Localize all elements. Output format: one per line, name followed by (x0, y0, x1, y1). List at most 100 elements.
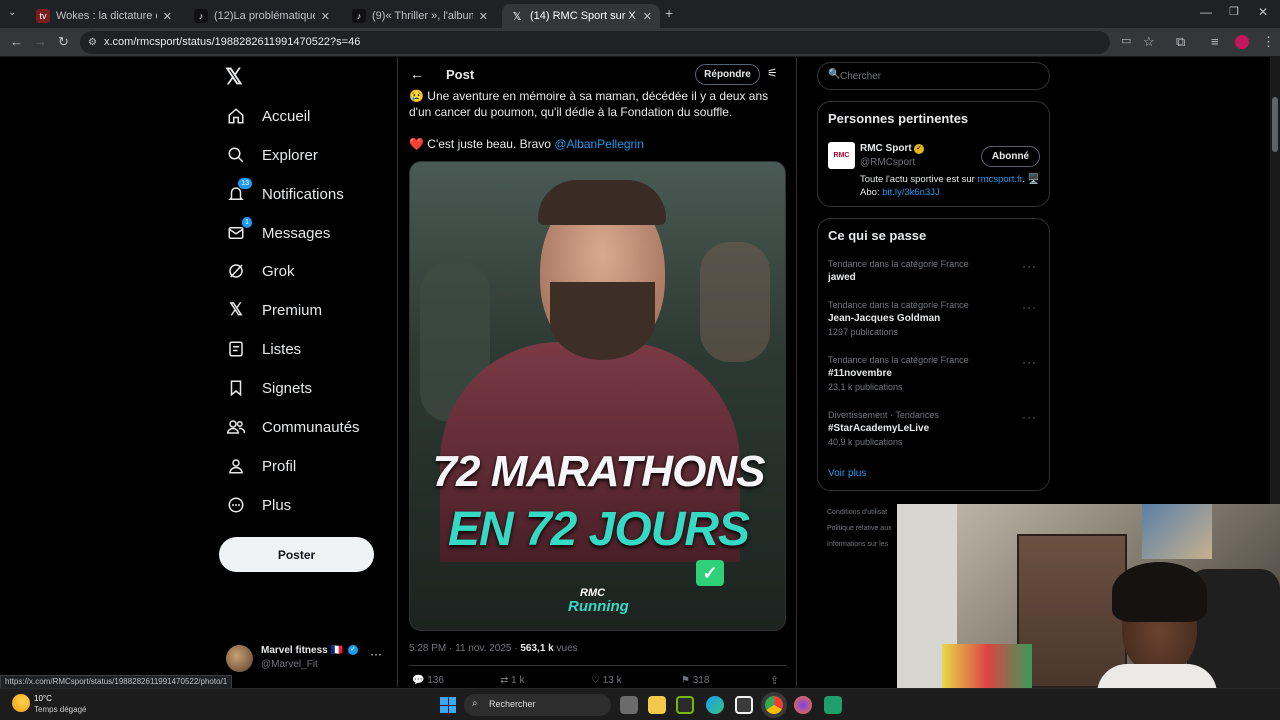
tab-close-icon[interactable]: ✕ (643, 10, 652, 23)
weather-temp[interactable]: 10°C (34, 694, 52, 703)
browser-tab-3[interactable]: ♪ (9)« Thriller », l'album de Mich ✕ (344, 4, 496, 28)
scrollbar-thumb[interactable] (1272, 97, 1278, 152)
profile-avatar[interactable] (1235, 35, 1249, 49)
more-icon[interactable]: ··· (1022, 259, 1037, 273)
account-bio: Toute l'actu sportive est sur rmcsport.f… (860, 173, 1040, 199)
taskbar-search[interactable]: ⌕ Rechercher (464, 694, 611, 716)
cast-icon[interactable]: ▭ (1121, 34, 1131, 47)
nav-item-premium[interactable]: 𝕏 Premium (226, 295, 322, 325)
firefox-icon[interactable] (794, 696, 812, 714)
views-count: 563,1 k (520, 643, 554, 654)
nav-label: Grok (262, 262, 295, 280)
nav-item-more[interactable]: Plus (226, 490, 291, 520)
verified-gold-icon: ✓ (914, 144, 924, 154)
rmc-avatar[interactable]: RMC (828, 142, 855, 169)
nav-item-lists[interactable]: Listes (226, 334, 301, 364)
more-icon[interactable]: ··· (1022, 410, 1037, 424)
nav-item-explore[interactable]: Explorer (226, 140, 318, 170)
reload-icon[interactable]: ↻ (58, 34, 69, 50)
obs-icon[interactable] (824, 696, 842, 714)
repost-action[interactable]: ⇄ 1 k (500, 675, 525, 686)
trend-item[interactable]: Divertissement · Tendances #StarAcademyL… (818, 408, 1049, 460)
bookmark-action[interactable]: ⚑ 318 (681, 675, 709, 686)
reply-button[interactable]: Répondre (695, 64, 760, 85)
windows-start-icon[interactable] (440, 697, 456, 713)
edge-icon[interactable] (706, 696, 724, 714)
bookmark-icon: ⚑ (681, 675, 690, 686)
footer-link[interactable]: Conditions d'utilisat (827, 505, 897, 521)
star-icon[interactable]: ☆ (1143, 34, 1155, 50)
post-image[interactable]: 72 MARATHONS EN 72 JOURS ✓ RMC Running (409, 161, 786, 631)
nav-item-communities[interactable]: Communautés (226, 412, 360, 442)
browser-tab-2[interactable]: ♪ (12)La problématique raciste d ✕ (186, 4, 338, 28)
follow-button[interactable]: Abonné (981, 146, 1040, 167)
nav-item-bookmarks[interactable]: Signets (226, 373, 312, 403)
search-icon (226, 145, 246, 165)
site-info-icon[interactable]: ⚙ (88, 31, 97, 54)
nvidia-icon[interactable] (676, 696, 694, 714)
extensions-icon[interactable]: ⧉ (1176, 34, 1185, 50)
nav-item-messages[interactable]: 1 Messages (226, 217, 330, 248)
divider (409, 665, 787, 666)
x-logo-icon[interactable]: 𝕏 (225, 64, 243, 90)
url-field[interactable]: ⚙ x.com/rmcsport/status/1988282611991470… (80, 31, 1110, 54)
reply-action[interactable]: 💬 136 (412, 675, 444, 686)
nav-item-profile[interactable]: Profil (226, 451, 296, 481)
bookmark-count: 318 (692, 675, 710, 686)
nav-label: Profil (262, 457, 297, 475)
post-timestamp[interactable]: 5:28 PM · 11 nov. 2025 · (409, 643, 520, 654)
more-icon[interactable]: ··· (1022, 355, 1037, 369)
more-icon[interactable]: ··· (370, 647, 382, 661)
share-icon[interactable]: ⇪ (770, 674, 779, 687)
check-icon: ✓ (696, 560, 724, 586)
desk-items (942, 644, 1032, 688)
nav-item-grok[interactable]: Grok (226, 256, 295, 286)
task-view-icon[interactable] (620, 696, 638, 714)
trend-item[interactable]: Tendance dans la catégorie France jawed … (818, 257, 1049, 297)
settings-sliders-icon[interactable]: ⚟ (767, 66, 778, 80)
media-icon[interactable]: ≡ (1211, 34, 1219, 49)
browser-tab-4[interactable]: 𝕏 (14) RMC Sport sur X : "🥹🥹 🇮 ✕ (502, 4, 660, 28)
tab-title: (12)La problématique raciste d (214, 10, 315, 22)
like-action[interactable]: ♡ 13 k (591, 675, 622, 686)
tab-close-icon[interactable]: ✕ (321, 10, 330, 23)
browser-tab-1[interactable]: tv Wokes : la dictature des bien-p ✕ (28, 4, 180, 28)
trend-item[interactable]: Tendance dans la catégorie France Jean-J… (818, 298, 1049, 350)
bio-link[interactable]: bit.ly/3k6n3JJ (882, 187, 940, 198)
post-button[interactable]: Poster (219, 537, 374, 572)
bio-link[interactable]: rmcsport.fr (977, 174, 1022, 185)
footer-link[interactable]: Politique relative aux (827, 521, 897, 537)
account-name[interactable]: RMC Sport (860, 143, 912, 154)
minimize-icon[interactable]: — (1200, 5, 1212, 19)
tab-list-icon[interactable]: ⌄ (8, 7, 16, 18)
trend-name: jawed (828, 272, 856, 283)
new-tab-icon[interactable]: + (665, 5, 673, 21)
nav-item-home[interactable]: Accueil (226, 101, 310, 131)
file-explorer-icon[interactable] (648, 696, 666, 714)
back-arrow-icon[interactable]: ← (410, 66, 424, 82)
tab-close-icon[interactable]: ✕ (163, 10, 172, 23)
bell-icon: 13 (226, 178, 252, 204)
account-switcher[interactable]: Marvel fitness 🇫🇷 ✓ @Marvel_Fit ··· (226, 643, 386, 675)
store-icon[interactable] (735, 696, 753, 714)
nav-item-notifications[interactable]: 13 Notifications (226, 178, 344, 209)
maximize-icon[interactable]: ❐ (1229, 5, 1239, 18)
weather-desc[interactable]: Temps dégagé (34, 705, 86, 714)
search-input[interactable]: 🔍 Chercher (817, 62, 1050, 90)
menu-icon[interactable]: ⋮ (1262, 34, 1275, 50)
home-icon (226, 106, 246, 126)
weather-icon[interactable] (12, 694, 30, 712)
mention-link[interactable]: @AlbanPellegrin (554, 137, 644, 151)
image-headline-1: 72 MARATHONS (432, 447, 766, 496)
forward-icon[interactable]: → (34, 34, 47, 49)
section-title: Ce qui se passe (828, 228, 927, 243)
trend-count: 23,1 k publications (828, 382, 903, 392)
more-icon[interactable]: ··· (1022, 300, 1037, 314)
chrome-icon[interactable] (765, 696, 783, 714)
close-window-icon[interactable]: ✕ (1258, 5, 1268, 19)
footer-link[interactable]: Informations sur les (827, 537, 897, 553)
see-more-link[interactable]: Voir plus (828, 468, 866, 479)
back-icon[interactable]: ← (10, 34, 23, 49)
tab-close-icon[interactable]: ✕ (479, 10, 488, 23)
trend-item[interactable]: Tendance dans la catégorie France #11nov… (818, 353, 1049, 405)
